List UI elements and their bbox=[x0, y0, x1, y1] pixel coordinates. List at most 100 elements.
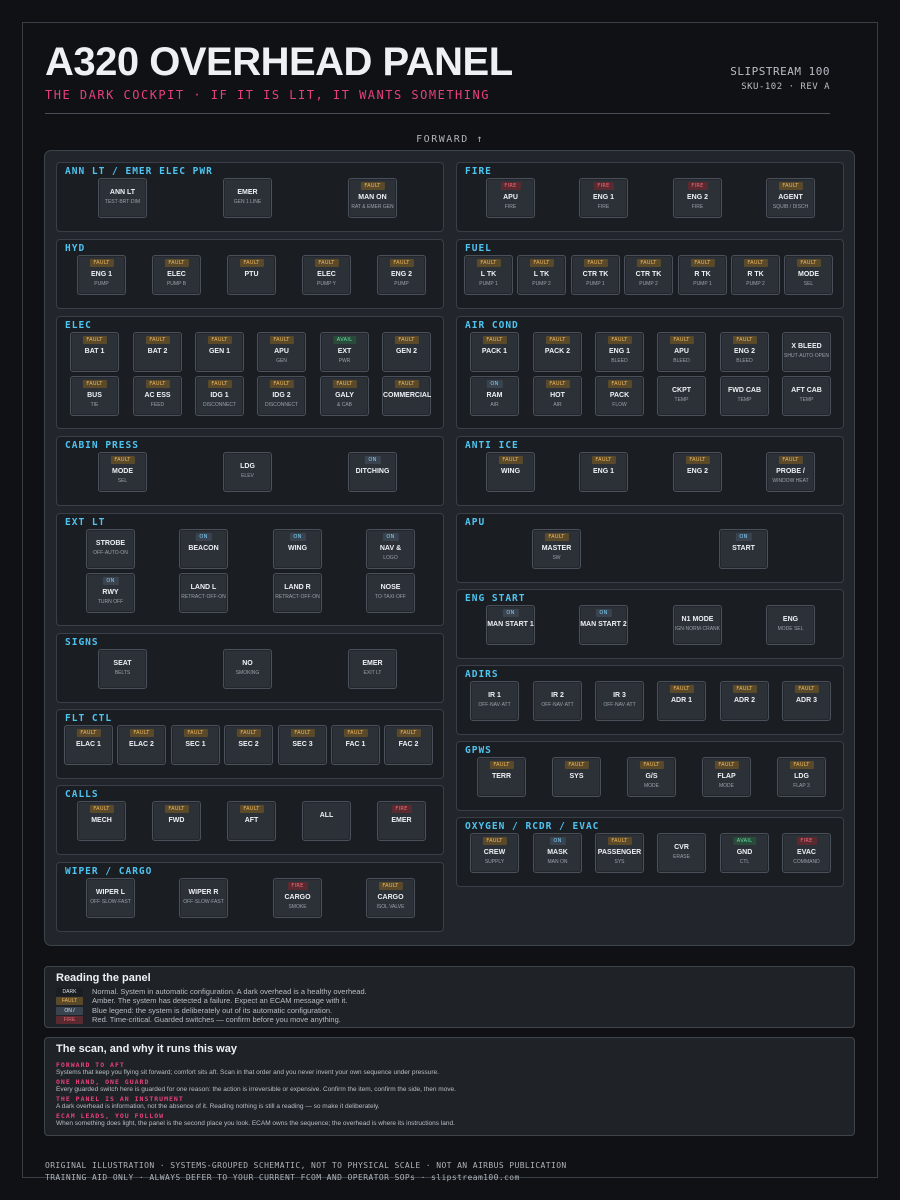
elec-gen-2-button[interactable]: FAULT GEN 2 bbox=[382, 332, 431, 372]
fuel-l-tk-pump-2-button[interactable]: FAULT L TK PUMP 2 bbox=[517, 255, 566, 295]
air-cond-fwd-cab-temp-button[interactable]: FWD CAB TEMP bbox=[720, 376, 769, 416]
ext-lt-nose-to-taxi-off-button[interactable]: NOSE TO·TAXI·OFF bbox=[366, 573, 415, 613]
flt-ctl-elac-1-button[interactable]: FAULT ELAC 1 bbox=[64, 725, 113, 765]
gpws-g-s-mode-button[interactable]: FAULT G/S MODE bbox=[627, 757, 676, 797]
anti-ice-eng-1-button[interactable]: FAULT ENG 1 bbox=[579, 452, 628, 492]
air-cond-x-bleed-shut-auto-open-button[interactable]: X BLEED SHUT·AUTO·OPEN bbox=[782, 332, 831, 372]
air-cond-pack-1-button[interactable]: FAULT PACK 1 bbox=[470, 332, 519, 372]
hyd-elec-pump-y-button[interactable]: FAULT ELEC PUMP Y bbox=[302, 255, 351, 295]
calls-fwd-button[interactable]: FAULT FWD bbox=[152, 801, 201, 841]
ext-lt-beacon-button[interactable]: ON BEACON bbox=[179, 529, 228, 569]
ann-lt-man-on-rat-emer-gen-button[interactable]: FAULT MAN ON RAT & EMER GEN bbox=[348, 178, 397, 218]
gpws-flap-mode-button[interactable]: FAULT FLAP MODE bbox=[702, 757, 751, 797]
fire-eng-2-fire-button[interactable]: FIRE ENG 2 FIRE bbox=[673, 178, 722, 218]
ext-lt-rwy-turn-off-button[interactable]: ON RWY TURN OFF bbox=[86, 573, 135, 613]
oxygen-crew-supply-button[interactable]: FAULT CREW SUPPLY bbox=[470, 833, 519, 873]
ext-lt-nav-logo-button[interactable]: ON NAV & LOGO bbox=[366, 529, 415, 569]
air-cond-pack-flow-button[interactable]: FAULT PACK FLOW bbox=[595, 376, 644, 416]
elec-idg-2-disconnect-button[interactable]: FAULT IDG 2 DISCONNECT bbox=[257, 376, 306, 416]
calls-mech-button[interactable]: FAULT MECH bbox=[77, 801, 126, 841]
flt-ctl-sec-1-button[interactable]: FAULT SEC 1 bbox=[171, 725, 220, 765]
ext-lt-strobe-off-auto-on-button[interactable]: STROBE OFF·AUTO·ON bbox=[86, 529, 135, 569]
wiper-cargo-cargo-smoke-button[interactable]: FIRE CARGO SMOKE bbox=[273, 878, 322, 918]
wiper-cargo-cargo-isol-valve-button[interactable]: FAULT CARGO ISOL VALVE bbox=[366, 878, 415, 918]
hyd-eng-2-pump-button[interactable]: FAULT ENG 2 PUMP bbox=[377, 255, 426, 295]
air-cond-ckpt-temp-button[interactable]: CKPT TEMP bbox=[657, 376, 706, 416]
eng-start-n1-mode-ign-norm-crank-button[interactable]: N1 MODE IGN·NORM·CRANK bbox=[673, 605, 722, 645]
gpws-sys-button[interactable]: FAULT SYS bbox=[552, 757, 601, 797]
gpws-ldg-flap-3-button[interactable]: FAULT LDG FLAP 3 bbox=[777, 757, 826, 797]
fire-agent-squib-disch-button[interactable]: FAULT AGENT SQUIB / DISCH bbox=[766, 178, 815, 218]
fuel-r-tk-pump-1-button[interactable]: FAULT R TK PUMP 1 bbox=[678, 255, 727, 295]
oxygen-gnd-ctl-button[interactable]: AVAIL GND CTL bbox=[720, 833, 769, 873]
air-cond-eng-2-bleed-button[interactable]: FAULT ENG 2 BLEED bbox=[720, 332, 769, 372]
anti-ice-wing-button[interactable]: FAULT WING bbox=[486, 452, 535, 492]
eng-start-man-start-2-button[interactable]: ON MAN START 2 bbox=[579, 605, 628, 645]
gpws-terr-button[interactable]: FAULT TERR bbox=[477, 757, 526, 797]
hyd-elec-pump-b-button[interactable]: FAULT ELEC PUMP B bbox=[152, 255, 201, 295]
air-cond-apu-bleed-button[interactable]: FAULT APU BLEED bbox=[657, 332, 706, 372]
elec-bat-1-button[interactable]: FAULT BAT 1 bbox=[70, 332, 119, 372]
oxygen-cvr-erase-button[interactable]: CVR ERASE bbox=[657, 833, 706, 873]
apu-master-sw-button[interactable]: FAULT MASTER SW bbox=[532, 529, 581, 569]
fuel-r-tk-pump-2-button[interactable]: FAULT R TK PUMP 2 bbox=[731, 255, 780, 295]
ext-lt-wing-button[interactable]: ON WING bbox=[273, 529, 322, 569]
air-cond-ram-air-button[interactable]: ON RAM AIR bbox=[470, 376, 519, 416]
elec-commercial-button[interactable]: FAULT COMMERCIAL bbox=[382, 376, 431, 416]
cabin-press-ldg-elev-button[interactable]: LDG ELEV bbox=[223, 452, 272, 492]
fire-eng-1-fire-button[interactable]: FIRE ENG 1 FIRE bbox=[579, 178, 628, 218]
eng-start-man-start-1-button[interactable]: ON MAN START 1 bbox=[486, 605, 535, 645]
flt-ctl-sec-2-button[interactable]: FAULT SEC 2 bbox=[224, 725, 273, 765]
wiper-cargo-wiper-l-off-slow-fast-button[interactable]: WIPER L OFF·SLOW·FAST bbox=[86, 878, 135, 918]
elec-bus-tie-button[interactable]: FAULT BUS TIE bbox=[70, 376, 119, 416]
air-cond-aft-cab-temp-button[interactable]: AFT CAB TEMP bbox=[782, 376, 831, 416]
elec-ext-pwr-button[interactable]: AVAIL EXT PWR bbox=[320, 332, 369, 372]
ann-lt-ann-lt-test-brt-dim-button[interactable]: ANN LT TEST·BRT·DIM bbox=[98, 178, 147, 218]
elec-ac-ess-feed-button[interactable]: FAULT AC ESS FEED bbox=[133, 376, 182, 416]
elec-galy-cab-button[interactable]: FAULT GALY & CAB bbox=[320, 376, 369, 416]
adirs-adr-2-button[interactable]: FAULT ADR 2 bbox=[720, 681, 769, 721]
adirs-ir-3-off-nav-att-button[interactable]: IR 3 OFF·NAV·ATT bbox=[595, 681, 644, 721]
fuel-ctr-tk-pump-1-button[interactable]: FAULT CTR TK PUMP 1 bbox=[571, 255, 620, 295]
adirs-adr-3-button[interactable]: FAULT ADR 3 bbox=[782, 681, 831, 721]
signs-no-smoking-button[interactable]: NO SMOKING bbox=[223, 649, 272, 689]
ann-lt-emer-gen-1-line-button[interactable]: EMER GEN 1 LINE bbox=[223, 178, 272, 218]
adirs-ir-2-off-nav-att-button[interactable]: IR 2 OFF·NAV·ATT bbox=[533, 681, 582, 721]
oxygen-passenger-sys-button[interactable]: FAULT PASSENGER SYS bbox=[595, 833, 644, 873]
flt-ctl-fac-1-button[interactable]: FAULT FAC 1 bbox=[331, 725, 380, 765]
elec-apu-gen-button[interactable]: FAULT APU GEN bbox=[257, 332, 306, 372]
elec-idg-1-disconnect-button[interactable]: FAULT IDG 1 DISCONNECT bbox=[195, 376, 244, 416]
flt-ctl-elac-2-button[interactable]: FAULT ELAC 2 bbox=[117, 725, 166, 765]
ext-lt-land-l-retract-off-on-button[interactable]: LAND L RETRACT·OFF·ON bbox=[179, 573, 228, 613]
fuel-ctr-tk-pump-2-button[interactable]: FAULT CTR TK PUMP 2 bbox=[624, 255, 673, 295]
oxygen-mask-man-on-button[interactable]: ON MASK MAN ON bbox=[533, 833, 582, 873]
hyd-eng-1-pump-button[interactable]: FAULT ENG 1 PUMP bbox=[77, 255, 126, 295]
calls-aft-button[interactable]: FAULT AFT bbox=[227, 801, 276, 841]
signs-emer-exit-lt-button[interactable]: EMER EXIT LT bbox=[348, 649, 397, 689]
fuel-mode-sel-button[interactable]: FAULT MODE SEL bbox=[784, 255, 833, 295]
fuel-l-tk-pump-1-button[interactable]: FAULT L TK PUMP 1 bbox=[464, 255, 513, 295]
anti-ice-eng-2-button[interactable]: FAULT ENG 2 bbox=[673, 452, 722, 492]
air-cond-pack-2-button[interactable]: FAULT PACK 2 bbox=[533, 332, 582, 372]
adirs-adr-1-button[interactable]: FAULT ADR 1 bbox=[657, 681, 706, 721]
calls-emer-button[interactable]: FIRE EMER bbox=[377, 801, 426, 841]
signs-seat-belts-button[interactable]: SEAT BELTS bbox=[98, 649, 147, 689]
flt-ctl-sec-3-button[interactable]: FAULT SEC 3 bbox=[278, 725, 327, 765]
fire-apu-fire-button[interactable]: FIRE APU FIRE bbox=[486, 178, 535, 218]
air-cond-eng-1-bleed-button[interactable]: FAULT ENG 1 BLEED bbox=[595, 332, 644, 372]
adirs-ir-1-off-nav-att-button[interactable]: IR 1 OFF·NAV·ATT bbox=[470, 681, 519, 721]
oxygen-evac-command-button[interactable]: FIRE EVAC COMMAND bbox=[782, 833, 831, 873]
calls-all-button[interactable]: ALL bbox=[302, 801, 351, 841]
eng-start-eng-mode-sel-button[interactable]: ENG MODE SEL bbox=[766, 605, 815, 645]
flt-ctl-fac-2-button[interactable]: FAULT FAC 2 bbox=[384, 725, 433, 765]
cabin-press-ditching-button[interactable]: ON DITCHING bbox=[348, 452, 397, 492]
ext-lt-land-r-retract-off-on-button[interactable]: LAND R RETRACT·OFF·ON bbox=[273, 573, 322, 613]
cabin-press-mode-sel-button[interactable]: FAULT MODE SEL bbox=[98, 452, 147, 492]
anti-ice-probe-window-heat-button[interactable]: FAULT PROBE / WINDOW HEAT bbox=[766, 452, 815, 492]
wiper-cargo-wiper-r-off-slow-fast-button[interactable]: WIPER R OFF·SLOW·FAST bbox=[179, 878, 228, 918]
apu-start-button[interactable]: ON START bbox=[719, 529, 768, 569]
air-cond-hot-air-button[interactable]: FAULT HOT AIR bbox=[533, 376, 582, 416]
hyd-ptu-button[interactable]: FAULT PTU bbox=[227, 255, 276, 295]
elec-gen-1-button[interactable]: FAULT GEN 1 bbox=[195, 332, 244, 372]
elec-bat-2-button[interactable]: FAULT BAT 2 bbox=[133, 332, 182, 372]
